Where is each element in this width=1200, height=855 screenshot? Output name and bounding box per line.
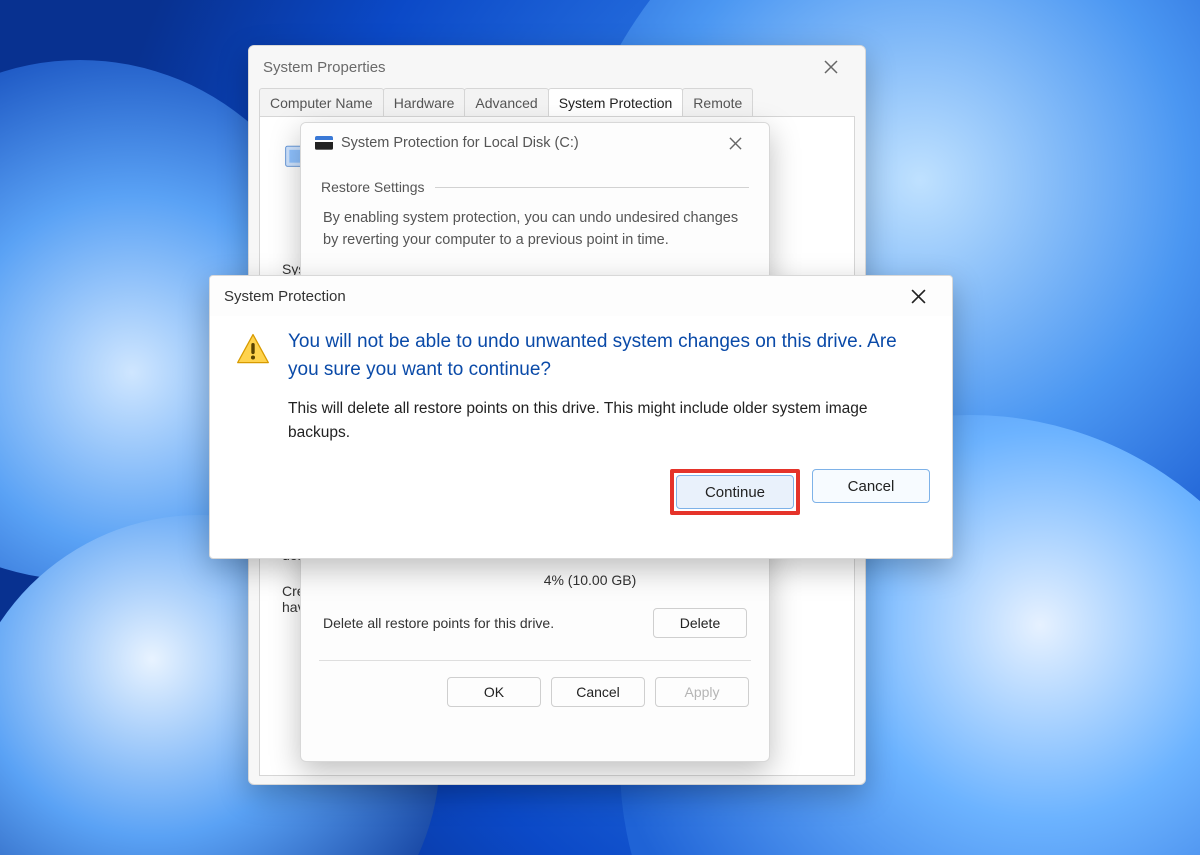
confirmation-dialog: System Protection You will not be able t…: [209, 275, 953, 559]
close-icon[interactable]: [898, 280, 938, 312]
highlight-ring: Continue: [670, 469, 800, 515]
system-properties-tabs: Computer Name Hardware Advanced System P…: [249, 88, 865, 116]
delete-button[interactable]: Delete: [653, 608, 747, 638]
restore-settings-group-label: Restore Settings: [321, 179, 749, 195]
delete-restore-points-description: Delete all restore points for this drive…: [323, 615, 554, 631]
apply-button: Apply: [655, 677, 749, 707]
max-usage-value: 4% (10.00 GB): [431, 572, 749, 588]
restore-settings-description: By enabling system protection, you can u…: [321, 207, 749, 266]
close-icon[interactable]: [811, 51, 851, 83]
protection-config-title: System Protection for Local Disk (C:): [341, 135, 715, 151]
system-properties-titlebar: System Properties: [249, 46, 865, 88]
tab-hardware[interactable]: Hardware: [383, 88, 466, 116]
cancel-button[interactable]: Cancel: [812, 469, 930, 503]
confirmation-subtext: This will delete all restore points on t…: [288, 397, 926, 445]
confirmation-title: System Protection: [224, 288, 898, 305]
tab-computer-name[interactable]: Computer Name: [259, 88, 384, 116]
tab-remote[interactable]: Remote: [682, 88, 753, 116]
ok-button[interactable]: OK: [447, 677, 541, 707]
tab-advanced[interactable]: Advanced: [464, 88, 548, 116]
protection-config-titlebar: System Protection for Local Disk (C:): [301, 123, 769, 163]
warning-icon: [236, 332, 270, 366]
close-icon[interactable]: [715, 127, 755, 159]
continue-button[interactable]: Continue: [676, 475, 794, 509]
tab-system-protection[interactable]: System Protection: [548, 88, 684, 116]
cancel-button[interactable]: Cancel: [551, 677, 645, 707]
system-properties-title: System Properties: [263, 59, 811, 76]
restore-settings-label-text: Restore Settings: [321, 179, 425, 195]
confirmation-titlebar: System Protection: [210, 276, 952, 316]
drive-icon: [315, 136, 333, 150]
separator: [319, 660, 751, 661]
confirmation-headline: You will not be able to undo unwanted sy…: [288, 328, 926, 383]
